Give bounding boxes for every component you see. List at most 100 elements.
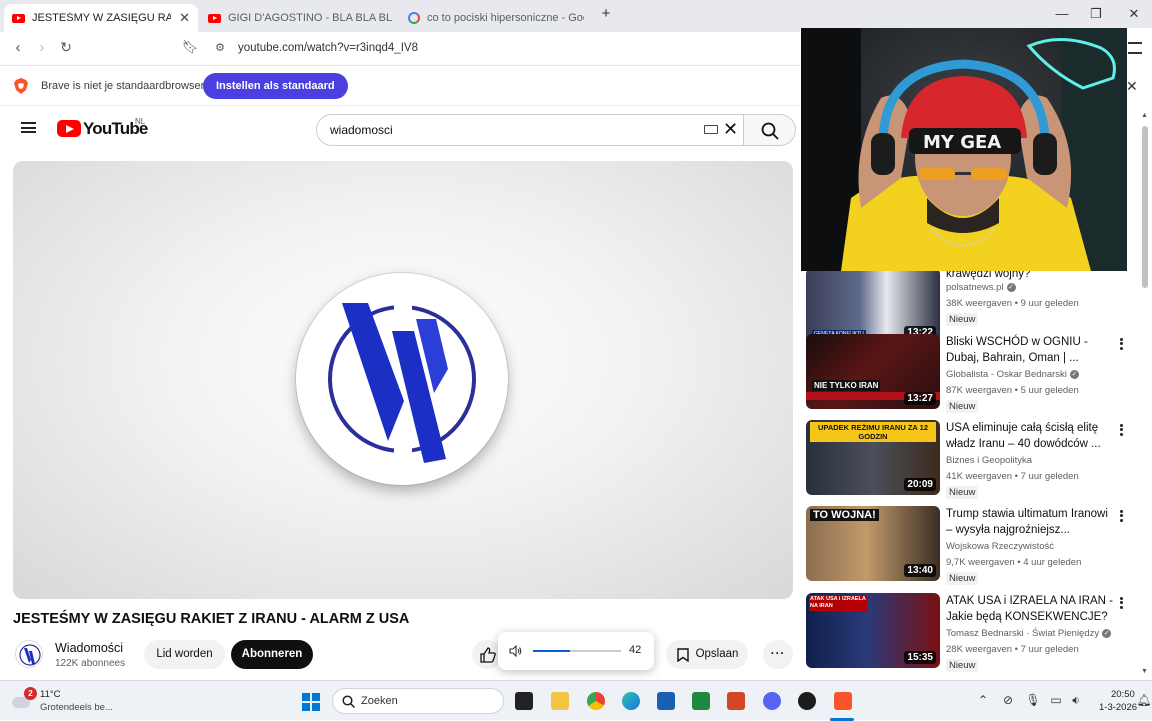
thumbnail-caption: UPADEK REŻIMU IRANU ZA 12 GODZIN — [810, 422, 936, 442]
chrome-icon[interactable] — [587, 692, 605, 710]
volume-tray-icon[interactable]: 🔉︎ — [1068, 692, 1084, 708]
brave-icon[interactable] — [834, 692, 852, 710]
weather-widget[interactable]: 2 — [12, 687, 37, 711]
verified-badge-icon: ✓ — [1102, 628, 1112, 638]
recommendation-channel[interactable]: polsatnews.pl ✓ — [946, 282, 1016, 293]
browser-menu-icon[interactable] — [1128, 42, 1142, 54]
brave-lion-icon — [14, 78, 28, 94]
search-icon — [342, 695, 355, 708]
picture-in-picture-window[interactable]: MY GEA — [801, 28, 1127, 271]
wiadomosci-logo-icon — [296, 273, 508, 485]
recommendation-item[interactable]: UPADEK REŻIMU IRANU ZA 12 GODZIN 20:09 U… — [806, 420, 1146, 500]
youtube-icon — [208, 13, 221, 23]
excel-icon[interactable] — [692, 692, 710, 710]
new-badge: Nieuw — [946, 400, 979, 413]
forward-arrow-icon[interactable]: › — [32, 39, 52, 56]
tab-gigi[interactable]: GIGI D'AGOSTINO - BLA BLA BLA ( O — [200, 4, 400, 32]
hamburger-menu-icon[interactable] — [21, 122, 36, 133]
taskbar-search-input[interactable]: Zoeken — [332, 688, 504, 714]
recommendation-channel[interactable]: Biznes i Geopolityka — [946, 455, 1032, 466]
clear-search-icon[interactable]: ✕ — [723, 119, 738, 140]
task-view-icon[interactable] — [515, 692, 533, 710]
powerpoint-icon[interactable] — [727, 692, 745, 710]
youtube-logo-icon[interactable] — [57, 120, 81, 137]
search-input-value[interactable]: wiadomosci — [330, 123, 393, 137]
clock-date[interactable]: 1-3-2026 — [1099, 702, 1137, 713]
close-infobar-icon[interactable]: ✕ — [1126, 78, 1138, 95]
obs-icon[interactable] — [798, 692, 816, 710]
more-options-icon[interactable] — [1118, 422, 1124, 438]
close-window-icon[interactable]: ✕ — [1124, 6, 1144, 22]
clock-time[interactable]: 20:50 — [1111, 689, 1135, 700]
thumbnail-caption: NIE TYLKO IRAN — [812, 380, 881, 391]
subscribe-button[interactable]: Abonneren — [231, 640, 313, 669]
more-options-icon[interactable] — [1118, 508, 1124, 524]
tab-google[interactable]: co to pociski hipersoniczne - Google — [400, 4, 592, 32]
verified-badge-icon: ✓ — [1069, 369, 1079, 379]
maximize-icon[interactable]: ❐ — [1086, 6, 1106, 22]
thumbs-up-icon — [480, 647, 496, 663]
video-player[interactable] — [13, 161, 793, 599]
video-thumbnail[interactable]: ATAK USA i IZRAELA NA IRAN 15:35 — [806, 593, 940, 668]
channel-name: Tomasz Bednarski · Świat Pieniędzy — [946, 628, 1100, 639]
recommendation-title[interactable]: USA eliminuje całą ścisłą elitę władz Ir… — [946, 420, 1114, 452]
display-icon[interactable]: ▭ — [1048, 692, 1064, 708]
video-duration: 15:35 — [904, 651, 936, 664]
save-button[interactable]: Opslaan — [666, 640, 748, 669]
set-default-button[interactable]: Instellen als standaard — [203, 73, 348, 99]
youtube-icon — [12, 13, 25, 23]
scroll-down-icon[interactable]: ▼ — [1141, 668, 1148, 675]
site-settings-icon[interactable]: ⚙︎ — [210, 41, 230, 54]
discord-icon[interactable] — [763, 692, 781, 710]
reload-icon[interactable]: ↻ — [56, 39, 76, 56]
join-button[interactable]: Lid worden — [144, 640, 225, 669]
new-tab-icon[interactable]: + — [596, 5, 616, 22]
windows-start-icon[interactable] — [302, 693, 320, 711]
recommendation-title[interactable]: ATAK USA i IZRAELA NA IRAN - Jakie będą … — [946, 593, 1114, 625]
recommendation-channel[interactable]: Tomasz Bednarski · Świat Pieniędzy ✓ — [946, 628, 1112, 639]
search-input[interactable]: wiadomosci ✕ — [316, 114, 744, 146]
edge-icon[interactable] — [622, 692, 640, 710]
bookmark-icon[interactable]: 🔖︎ — [180, 39, 200, 55]
recommendation-title[interactable]: Bliski WSCHÓD w OGNIU - Dubaj, Bahrain, … — [946, 334, 1114, 366]
recommendation-item[interactable]: NIE TYLKO IRAN 13:27 Bliski WSCHÓD w OGN… — [806, 334, 1146, 414]
scroll-up-icon[interactable]: ▲ — [1141, 112, 1148, 119]
bookmark-save-icon — [677, 648, 689, 662]
taskbar-search-label: Zoeken — [361, 695, 398, 707]
video-thumbnail[interactable]: TO WOJNA! 13:40 — [806, 506, 940, 581]
tab-youtube-active[interactable]: JESTEŚMY W ZASIĘGU RAKIET Z ✕ — [4, 4, 198, 32]
recommendation-item[interactable]: TO WOJNA! 13:40 Trump stawia ultimatum I… — [806, 506, 1146, 586]
network-off-icon[interactable]: ⊘ — [1000, 692, 1016, 708]
volume-popup[interactable]: 42 — [498, 632, 654, 670]
minimize-icon[interactable]: — — [1052, 6, 1072, 21]
file-explorer-icon[interactable] — [551, 692, 569, 710]
word-icon[interactable] — [657, 692, 675, 710]
recommendation-channel[interactable]: Globalista - Oskar Bednarski ✓ — [946, 369, 1079, 380]
recommendation-item[interactable]: ATAK USA i IZRAELA NA IRAN 15:35 ATAK US… — [806, 593, 1146, 673]
more-actions-button[interactable]: ··· — [763, 640, 793, 669]
volume-slider[interactable] — [533, 650, 621, 652]
url-field[interactable]: youtube.com/watch?v=r3inqd4_IV8 — [238, 42, 418, 54]
notifications-icon[interactable]: 🔔︎ — [1136, 692, 1152, 708]
more-options-icon[interactable] — [1118, 336, 1124, 352]
close-tab-icon[interactable]: ✕ — [179, 10, 190, 26]
recommendation-channel[interactable]: Wojskowa Rzeczywistość — [946, 541, 1054, 552]
channel-name[interactable]: Wiadomości — [55, 641, 123, 655]
scrollbar-thumb[interactable] — [1142, 126, 1148, 288]
video-thumbnail[interactable]: NIE TYLKO IRAN 13:27 — [806, 334, 940, 409]
channel-avatar[interactable] — [15, 640, 43, 668]
search-button[interactable] — [744, 114, 796, 146]
keyboard-icon[interactable] — [704, 125, 718, 134]
tray-chevron-icon[interactable]: ⌃ — [975, 692, 991, 708]
speaker-icon[interactable] — [509, 645, 522, 657]
recommendation-title[interactable]: Trump stawia ultimatum Iranowi – wysyła … — [946, 506, 1114, 538]
weather-description: Grotendeels be... — [40, 702, 113, 713]
more-options-icon[interactable] — [1118, 595, 1124, 611]
page-scrollbar[interactable]: ▲ ▼ — [1141, 106, 1150, 680]
google-icon — [408, 12, 420, 24]
microphone-icon[interactable]: 🎙︎ — [1025, 692, 1041, 708]
channel-name: Biznes i Geopolityka — [946, 455, 1033, 466]
video-thumbnail[interactable]: GENEZA KONFLIKTU 13:22 — [806, 268, 940, 343]
video-thumbnail[interactable]: UPADEK REŻIMU IRANU ZA 12 GODZIN 20:09 — [806, 420, 940, 495]
back-arrow-icon[interactable]: ‹ — [8, 39, 28, 56]
